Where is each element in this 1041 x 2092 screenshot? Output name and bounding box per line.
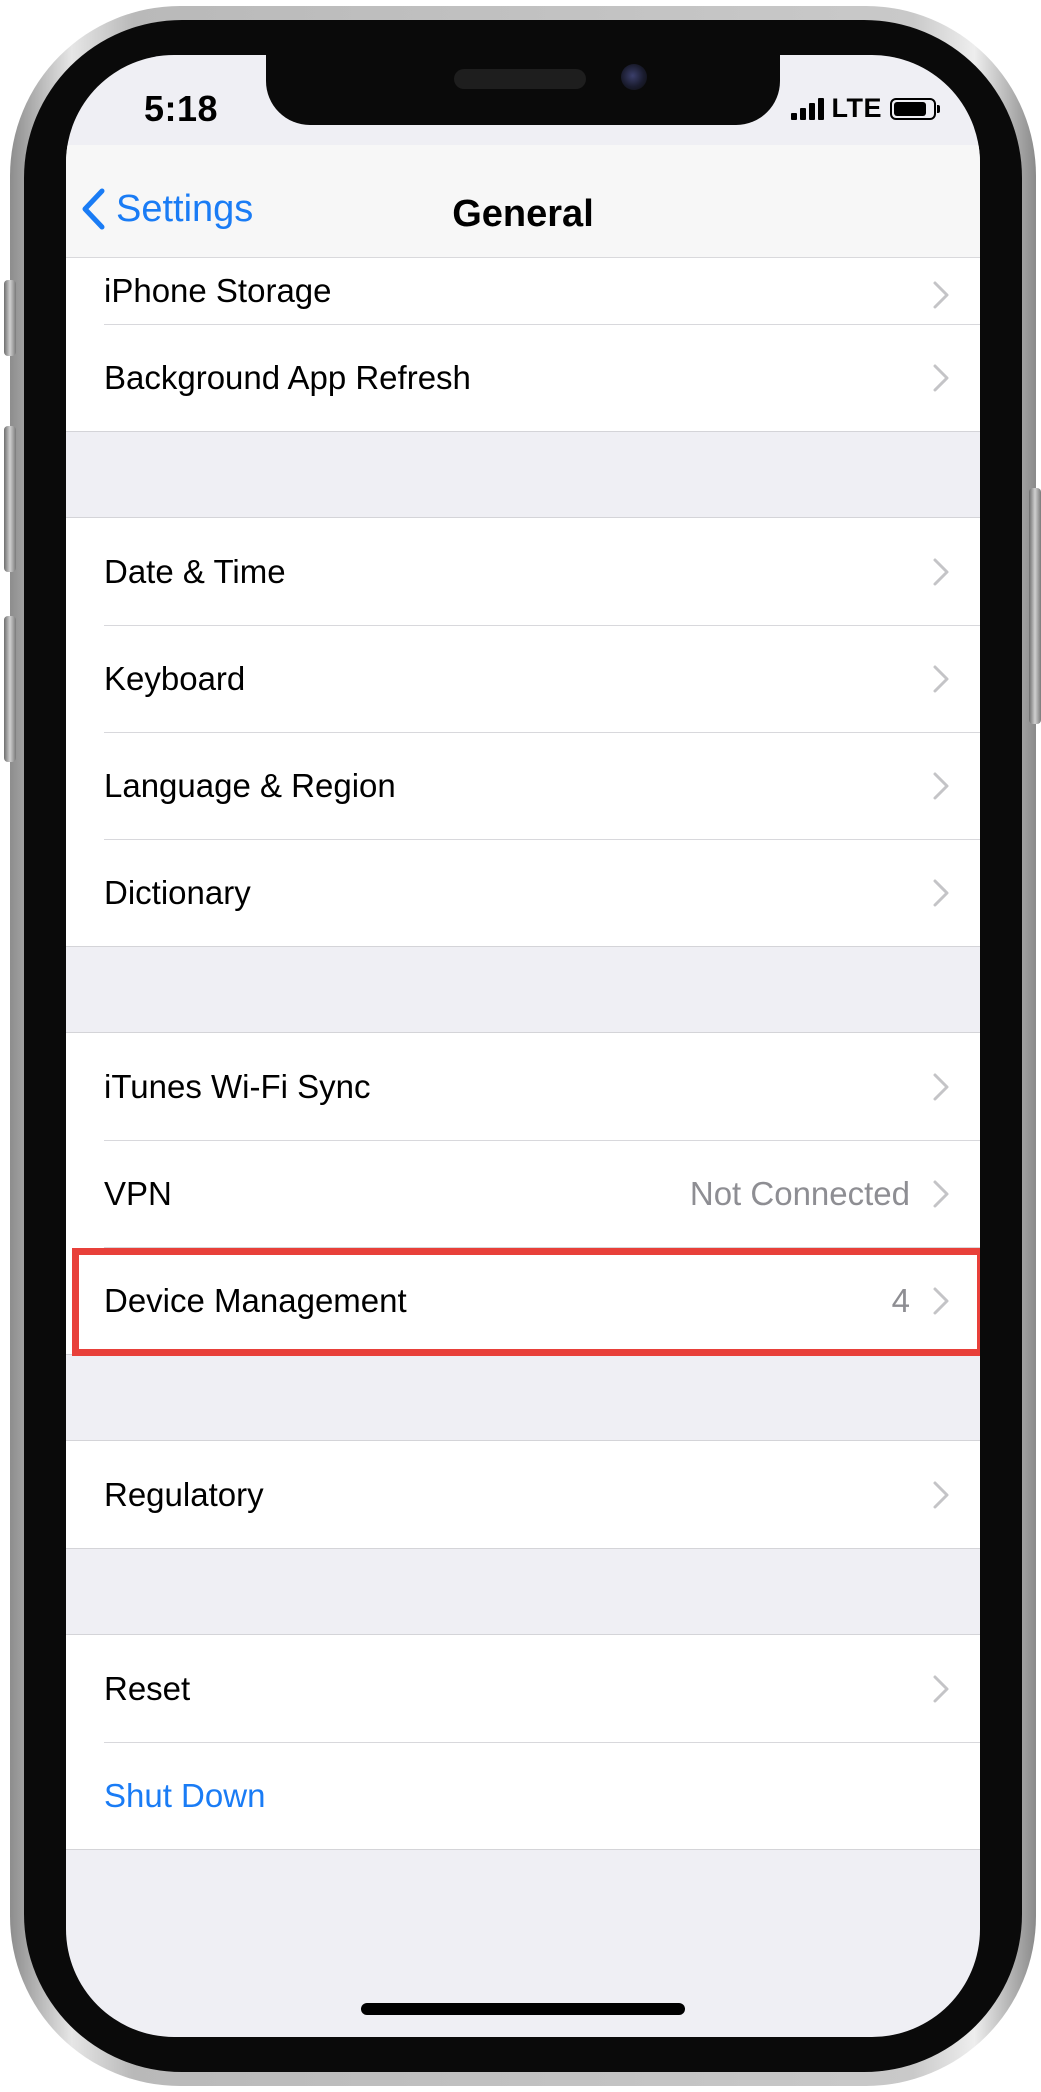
row-dictionary[interactable]: Dictionary — [66, 839, 980, 946]
settings-group-input: Date & Time Keyboard Language & Region D… — [66, 517, 980, 947]
chevron-right-icon — [933, 772, 949, 799]
mute-switch — [4, 280, 16, 356]
earpiece-speaker — [454, 69, 586, 89]
row-label: Background App Refresh — [104, 358, 471, 396]
chevron-right-icon — [933, 1073, 949, 1100]
row-itunes-wifi-sync[interactable]: iTunes Wi-Fi Sync — [66, 1033, 980, 1140]
row-label: iPhone Storage — [104, 272, 332, 309]
row-label: Keyboard — [104, 659, 246, 697]
row-label: Shut Down — [104, 1776, 266, 1814]
front-camera — [621, 64, 647, 90]
row-keyboard[interactable]: Keyboard — [66, 625, 980, 732]
battery-icon — [890, 97, 940, 120]
settings-group-storage: iPhone Storage Background App Refresh — [66, 258, 980, 432]
settings-group-reset: Reset Shut Down — [66, 1634, 980, 1850]
chevron-right-icon — [933, 558, 949, 585]
power-button — [1029, 488, 1041, 724]
row-label: Language & Region — [104, 766, 396, 804]
row-label: VPN — [104, 1174, 172, 1212]
row-label: iTunes Wi-Fi Sync — [104, 1067, 371, 1105]
status-indicators: LTE — [790, 93, 940, 124]
navigation-bar: Settings General — [66, 145, 980, 258]
settings-list: iPhone Storage Background App Refresh Da… — [66, 258, 980, 1850]
network-type: LTE — [831, 93, 882, 123]
settings-group-regulatory: Regulatory — [66, 1440, 980, 1549]
row-device-management[interactable]: Device Management 4 — [66, 1247, 980, 1356]
chevron-right-icon — [933, 1287, 949, 1314]
row-label: Date & Time — [104, 552, 286, 590]
notch — [266, 55, 780, 125]
row-label: Regulatory — [104, 1475, 264, 1513]
status-time: 5:18 — [144, 88, 219, 129]
cellular-signal-icon — [790, 97, 824, 120]
row-vpn[interactable]: VPN Not Connected — [66, 1140, 980, 1247]
row-label: Device Management — [104, 1281, 407, 1319]
volume-down-button — [4, 616, 16, 762]
page-title: General — [452, 193, 594, 235]
row-value: 4 — [891, 1281, 910, 1319]
row-label: Reset — [104, 1669, 191, 1707]
chevron-right-icon — [933, 364, 949, 391]
home-indicator[interactable] — [361, 2003, 685, 2015]
row-reset[interactable]: Reset — [66, 1635, 980, 1742]
row-background-app-refresh[interactable]: Background App Refresh — [66, 324, 980, 431]
row-regulatory[interactable]: Regulatory — [66, 1441, 980, 1548]
phone-screen: 5:18 LTE Settings General iPhone Storage… — [66, 55, 980, 2037]
chevron-right-icon — [933, 665, 949, 692]
chevron-right-icon — [933, 879, 949, 906]
row-value: Not Connected — [689, 1174, 910, 1212]
row-label: Dictionary — [104, 873, 251, 911]
row-iphone-storage[interactable]: iPhone Storage — [66, 258, 980, 324]
shut-down-button[interactable]: Shut Down — [66, 1742, 980, 1849]
chevron-right-icon — [933, 281, 949, 309]
chevron-right-icon — [933, 1180, 949, 1207]
chevron-right-icon — [933, 1481, 949, 1508]
chevron-right-icon — [933, 1675, 949, 1702]
volume-up-button — [4, 426, 16, 572]
row-language-region[interactable]: Language & Region — [66, 732, 980, 839]
row-date-time[interactable]: Date & Time — [66, 518, 980, 625]
settings-group-connectivity: iTunes Wi-Fi Sync VPN Not Connected Devi… — [66, 1032, 980, 1356]
